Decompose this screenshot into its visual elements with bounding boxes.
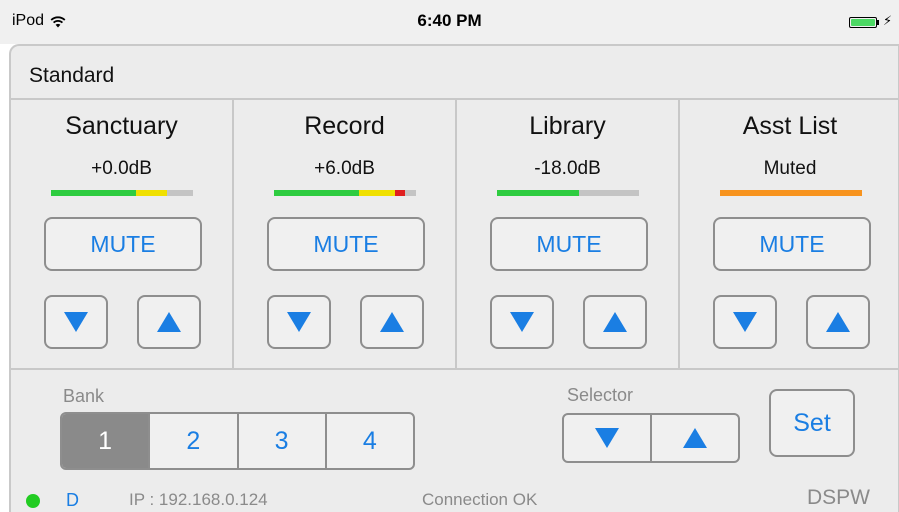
status-footer: D IP : 192.168.0.124 Connection OK DSPW [11,484,899,512]
volume-down-button[interactable] [490,295,554,349]
mute-button[interactable]: MUTE [713,217,871,271]
status-bar: iPod 6:40 PM ⚡ [0,0,899,44]
level-meter [51,190,193,196]
mute-button[interactable]: MUTE [490,217,648,271]
bank-option[interactable]: 3 [239,414,327,468]
battery-tip [877,20,879,25]
level-meter [274,190,416,196]
mute-button[interactable]: MUTE [267,217,425,271]
triangle-up-icon [683,428,707,448]
section-divider [11,368,899,370]
channel-name: Library [529,112,606,140]
battery-fill [851,19,875,26]
triangle-down-icon [510,312,534,332]
channel-strip-row: Sanctuary +0.0dB MUTE Record +6.0dB MUTE… [11,100,899,368]
bank-option[interactable]: 2 [150,414,239,468]
channel-strip: Asst List Muted MUTE [680,100,899,368]
level-meter [497,190,639,196]
app-panel: Standard Sanctuary +0.0dB MUTE Record +6… [9,44,899,512]
volume-down-button[interactable] [267,295,331,349]
mute-button[interactable]: MUTE [44,217,202,271]
level-meter [720,190,862,196]
channel-level: Muted [763,158,817,179]
brand-label: DSPW [807,486,870,509]
channel-name: Sanctuary [65,112,178,140]
triangle-down-icon [595,428,619,448]
channel-strip: Library -18.0dB MUTE [457,100,680,368]
meter-segment-green [497,190,580,196]
volume-up-button[interactable] [806,295,870,349]
channel-name: Asst List [742,112,838,140]
status-time: 6:40 PM [417,11,482,30]
bank-label: Bank [63,386,105,406]
bank-option[interactable]: 1 [62,414,151,468]
battery-icon [849,17,877,28]
volume-up-button[interactable] [137,295,201,349]
triangle-up-icon [380,312,404,332]
connection-status-dot [26,494,40,508]
selector-control [562,413,740,463]
triangle-up-icon [603,312,627,332]
selector-down-button[interactable] [564,415,652,461]
channel-level: -18.0dB [534,158,601,179]
status-indicator-letter: D [66,490,79,510]
set-button[interactable]: Set [769,389,855,457]
meter-segment-orange [720,190,862,196]
triangle-down-icon [64,312,88,332]
charging-bolt-icon: ⚡ [883,13,893,28]
meter-segment-red [394,190,405,196]
volume-down-button[interactable] [713,295,777,349]
bank-segmented-control: 1 2 3 4 [60,412,415,470]
bank-option[interactable]: 4 [327,414,413,468]
meter-segment-yellow [359,190,395,196]
volume-up-button[interactable] [360,295,424,349]
channel-strip: Record +6.0dB MUTE [234,100,457,368]
volume-down-button[interactable] [44,295,108,349]
meter-segment-green [274,190,360,196]
meter-segment-green [51,190,137,196]
connection-status: Connection OK [422,490,538,509]
channel-level: +6.0dB [314,158,375,179]
triangle-up-icon [157,312,181,332]
triangle-up-icon [826,312,850,332]
selector-label: Selector [567,385,634,405]
ip-address: IP : 192.168.0.124 [129,490,268,509]
triangle-down-icon [733,312,757,332]
channel-strip: Sanctuary +0.0dB MUTE [11,100,234,368]
triangle-down-icon [287,312,311,332]
selector-up-button[interactable] [652,415,738,461]
page-title: Standard [29,64,115,87]
meter-segment-yellow [136,190,168,196]
channel-level: +0.0dB [91,158,152,179]
volume-up-button[interactable] [583,295,647,349]
channel-name: Record [304,112,385,140]
